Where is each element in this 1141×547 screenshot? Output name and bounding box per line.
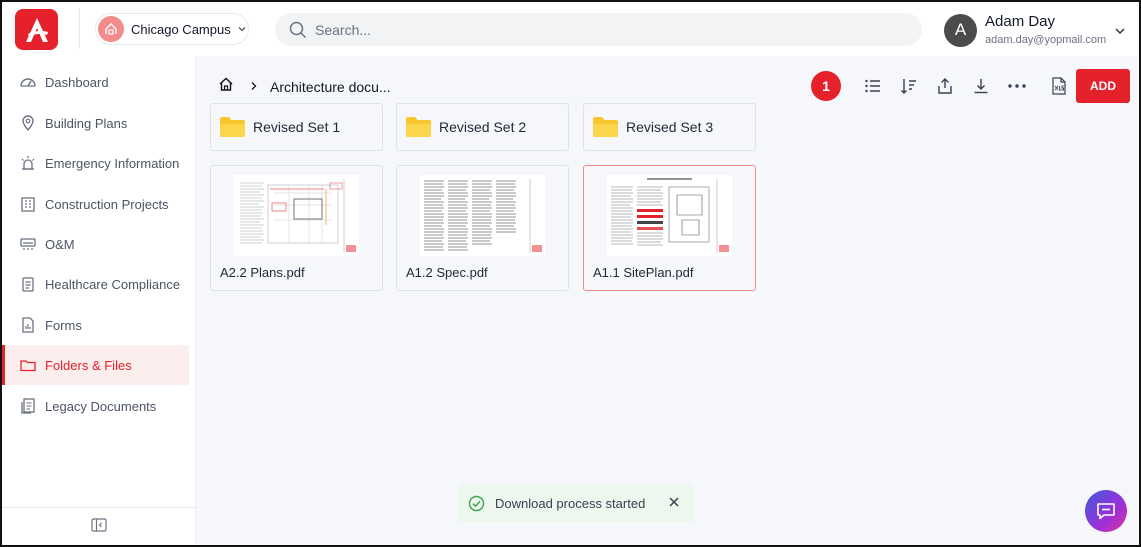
folder-icon — [593, 117, 618, 137]
list-view-icon[interactable] — [861, 74, 885, 98]
building-icon — [18, 194, 38, 214]
sidebar-item-label: Folders & Files — [45, 357, 132, 373]
user-info: Adam Day adam.day@yopmail.com — [985, 14, 1106, 46]
form-icon — [18, 315, 38, 335]
folder-icon — [18, 355, 38, 375]
file-tile[interactable]: A1.1 SitePlan.pdf — [583, 165, 756, 291]
user-menu[interactable]: A Adam Day adam.day@yopmail.com — [944, 12, 1125, 48]
chat-icon — [1097, 503, 1115, 520]
more-options-icon[interactable] — [1005, 74, 1029, 98]
logo-icon — [25, 17, 48, 42]
top-bar: Chicago Campus A Adam Day adam.day@yopma… — [2, 2, 1139, 56]
chevron-down-icon[interactable] — [1114, 24, 1126, 42]
collapse-sidebar-icon[interactable] — [90, 518, 107, 537]
file-label: A1.2 Spec.pdf — [406, 265, 488, 280]
home-icon[interactable] — [218, 76, 234, 97]
file-thumbnail — [420, 175, 545, 256]
search-bar — [275, 13, 922, 46]
sidebar-item-forms[interactable]: Forms — [2, 305, 189, 345]
file-thumbnail — [607, 175, 732, 256]
sidebar-item-label: Healthcare Compliance — [45, 276, 181, 292]
main-content: Architecture docu... 1 ADD Revised Set 1… — [196, 56, 1139, 545]
sidebar-footer — [2, 507, 195, 545]
chevron-right-icon — [250, 78, 258, 96]
sidebar-item-healthcare-compliance[interactable]: Healthcare Compliance — [2, 264, 189, 304]
sidebar-item-construction-projects[interactable]: Construction Projects — [2, 184, 189, 224]
breadcrumb: Architecture docu... — [218, 76, 391, 97]
gauge-icon — [18, 72, 38, 92]
sidebar-item-om[interactable]: O&M — [2, 224, 189, 264]
sort-icon[interactable] — [897, 74, 921, 98]
sidebar-item-label: Building Plans — [45, 115, 128, 131]
file-tile[interactable]: A1.2 Spec.pdf — [396, 165, 569, 291]
toolbar: 1 — [811, 69, 1071, 103]
hvac-icon — [18, 234, 38, 254]
sidebar-item-label: Forms — [45, 317, 82, 333]
sidebar-item-label: Dashboard — [45, 74, 109, 90]
folder-tile[interactable]: Revised Set 2 — [396, 103, 569, 151]
search-icon — [289, 21, 307, 38]
campus-label: Chicago Campus — [131, 21, 231, 37]
user-name: Adam Day — [985, 13, 1056, 31]
excel-export-icon[interactable] — [1047, 74, 1071, 98]
sidebar-item-label: Emergency Information — [45, 155, 180, 171]
campus-selector[interactable]: Chicago Campus — [95, 13, 249, 45]
selected-count-badge: 1 — [811, 71, 841, 101]
map-pin-icon — [18, 113, 38, 133]
sidebar: Dashboard Building Plans Emergency Infor… — [2, 56, 196, 545]
chat-support-button[interactable] — [1085, 490, 1127, 532]
close-icon[interactable] — [668, 495, 680, 513]
app-logo[interactable] — [15, 9, 58, 50]
app-window: Chicago Campus A Adam Day adam.day@yopma… — [0, 0, 1141, 547]
download-icon[interactable] — [969, 74, 993, 98]
sidebar-item-label: Construction Projects — [45, 196, 169, 212]
folder-icon — [406, 117, 431, 137]
search-input[interactable] — [315, 21, 895, 38]
user-email: adam.day@yopmail.com — [985, 33, 1107, 46]
sidebar-item-label: O&M — [45, 236, 75, 252]
avatar: A — [944, 13, 977, 47]
sidebar-item-emergency-information[interactable]: Emergency Information — [2, 143, 189, 183]
header-divider — [79, 9, 80, 49]
breadcrumb-current[interactable]: Architecture docu... — [270, 79, 391, 95]
folder-tile[interactable]: Revised Set 3 — [583, 103, 756, 151]
campus-icon — [98, 16, 124, 42]
file-label: A1.1 SitePlan.pdf — [593, 265, 694, 280]
sidebar-item-dashboard[interactable]: Dashboard — [2, 62, 189, 102]
toast-notification: Download process started — [458, 484, 694, 522]
sidebar-item-building-plans[interactable]: Building Plans — [2, 103, 189, 143]
file-thumbnail — [234, 175, 359, 256]
alarm-light-icon — [18, 153, 38, 173]
chevron-down-icon — [237, 24, 247, 34]
sidebar-item-legacy-documents[interactable]: Legacy Documents — [2, 386, 189, 426]
toast-message: Download process started — [495, 495, 646, 511]
folder-label: Revised Set 2 — [439, 119, 527, 135]
folder-tile[interactable]: Revised Set 1 — [210, 103, 383, 151]
folder-label: Revised Set 1 — [253, 119, 341, 135]
check-circle-icon — [468, 495, 485, 511]
add-button[interactable]: ADD — [1076, 69, 1130, 103]
sidebar-item-folders-files[interactable]: Folders & Files — [2, 345, 189, 385]
file-label: A2.2 Plans.pdf — [220, 265, 305, 280]
clipboard-icon — [18, 274, 38, 294]
file-tile[interactable]: A2.2 Plans.pdf — [210, 165, 383, 291]
folder-icon — [220, 117, 245, 137]
documents-icon — [18, 396, 38, 416]
folder-label: Revised Set 3 — [626, 119, 714, 135]
sidebar-item-label: Legacy Documents — [45, 398, 157, 414]
share-icon[interactable] — [933, 74, 957, 98]
